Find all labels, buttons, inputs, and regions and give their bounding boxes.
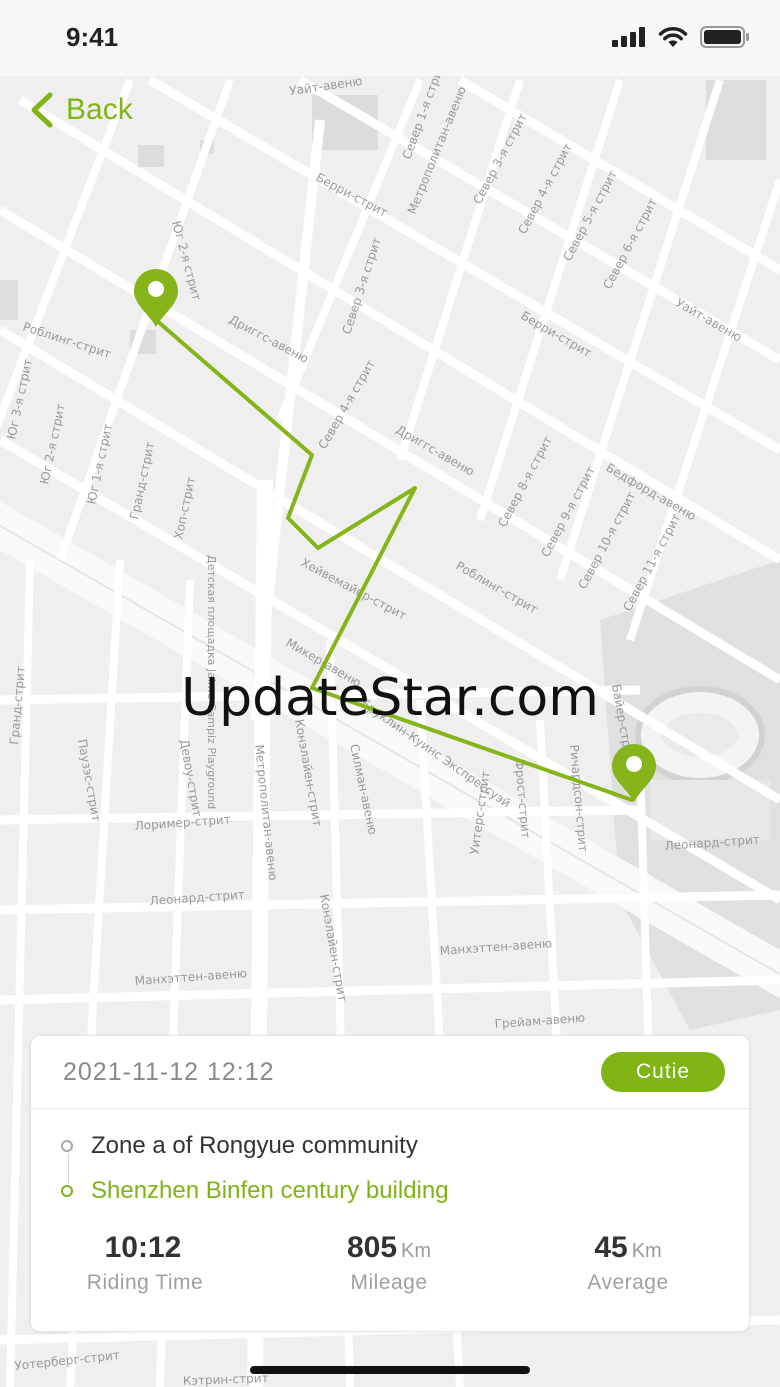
stat-unit: Km	[631, 1240, 662, 1262]
end-location-text: Shenzhen Binfen century building	[91, 1177, 449, 1204]
wifi-icon	[658, 27, 688, 47]
stat-label: Average	[587, 1271, 669, 1294]
stat-mileage: 805 Km Mileage	[289, 1231, 489, 1295]
back-label: Back	[66, 93, 133, 126]
start-dot-icon	[61, 1140, 73, 1152]
watermark: UpdateStar.com	[181, 668, 599, 728]
stat-value: 805	[346, 1231, 398, 1264]
start-location-text: Zone a of Rongyue community	[91, 1132, 418, 1159]
stat-value: 10:12	[104, 1231, 182, 1264]
end-dot-icon	[61, 1185, 73, 1197]
chevron-left-icon	[31, 92, 53, 128]
divider	[31, 1108, 749, 1109]
trip-stats: 10:12 Riding Time 805 Km Mileage 45 Km Ave…	[31, 1231, 749, 1321]
start-location: Zone a of Rongyue community	[61, 1132, 418, 1160]
home-indicator[interactable]	[250, 1366, 530, 1374]
cellular-signal-icon	[612, 27, 645, 47]
stat-riding-time: 10:12 Riding Time	[45, 1231, 245, 1295]
end-location: Shenzhen Binfen century building	[61, 1177, 449, 1205]
stat-average: 45 Km Average	[528, 1231, 728, 1295]
trip-datetime: 2021-11-12 12:12	[63, 1058, 275, 1086]
stat-label: Riding Time	[86, 1271, 204, 1294]
battery-icon	[700, 26, 749, 48]
device-tag-badge[interactable]: Cutie	[601, 1052, 725, 1092]
stat-value: 45	[594, 1231, 628, 1264]
status-bar: 9:41	[0, 0, 780, 76]
back-button[interactable]: Back	[28, 92, 133, 128]
stat-label: Mileage	[350, 1271, 428, 1294]
trip-card: 2021-11-12 12:12 Cutie Zone a of Rongyue…	[30, 1035, 750, 1332]
status-time: 9:41	[66, 22, 119, 52]
stat-unit: Km	[401, 1240, 432, 1262]
